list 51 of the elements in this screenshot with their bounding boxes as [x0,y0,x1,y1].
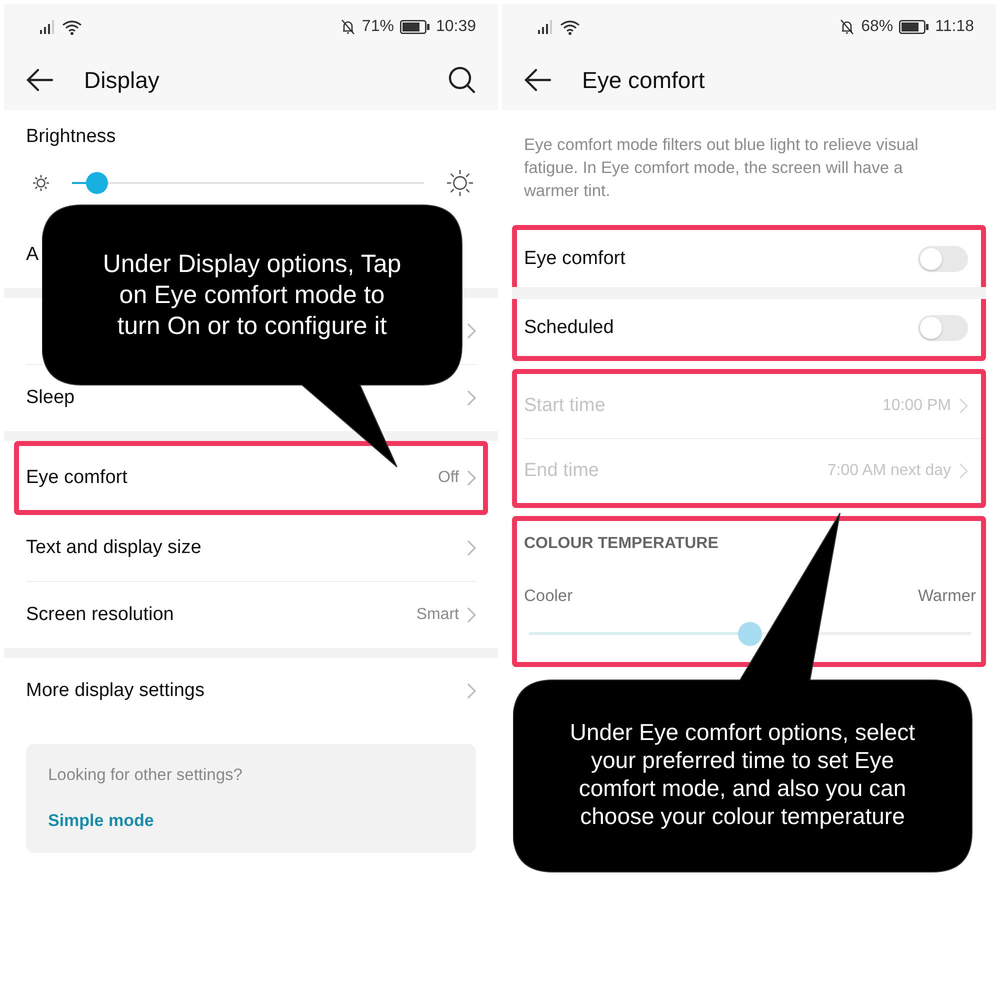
setting-label[interactable]: Eye comfort [26,467,128,488]
setting-value: Smart [416,606,459,624]
battery-icon [400,20,430,34]
wifi-icon [560,20,580,34]
setting-label[interactable]: More display settings [26,680,204,701]
simple-mode-link[interactable]: Simple mode [48,811,154,831]
slider-thumb[interactable] [86,172,108,194]
slider[interactable] [72,172,424,194]
callout-text: Under Display options, Tap on Eye comfort mode to turn On or to configure it [102,248,402,342]
battery-percent: 71% [362,18,394,36]
setting-label: End time [524,460,600,482]
battery-percent: 68% [861,18,894,36]
setting-label[interactable]: Sleep [26,387,75,408]
section-label: Brightness [25,125,117,149]
setting-value: Off [438,469,459,487]
setting-value: 7:00 AM next day [827,462,951,480]
clock-time: 10:39 [436,18,476,36]
callout-text: Under Eye comfort options, select your preferred time to set Eye comfort mode, and also you can choose your colour temperature [568,718,916,830]
slider-max-label: Warmer [918,587,976,606]
setting-label: Start time [524,395,606,417]
search-icon[interactable] [448,66,476,94]
card-prompt: Looking for other settings? [48,766,244,785]
wifi-icon [62,20,82,34]
description-text: Eye comfort mode filters out blue light to relieve visual fatigue. In Eye comfort mode, the screen will have a warmer tint. [523,135,920,202]
signal-icon [40,20,56,34]
sun-small-icon [32,174,50,192]
bell-off-icon [839,19,856,35]
setting-row[interactable]: Scheduled [517,299,981,356]
clock-time: 11:18 [935,18,974,36]
bell-off-icon [340,19,356,35]
setting-value: 10:00 PM [882,397,951,415]
sun-large-icon [446,169,474,197]
toggle-switch[interactable] [918,314,968,340]
signal-icon [538,20,554,34]
chevron-icon [959,398,968,414]
setting-label: Scheduled [524,316,615,338]
setting-label[interactable]: A [26,244,39,265]
toggle-switch[interactable] [918,246,968,272]
screen-title: Display [84,66,160,94]
setting-row[interactable]: Eye comfort [517,230,981,287]
battery-icon [899,20,930,34]
slider-min-label: Cooler [524,587,573,606]
setting-label[interactable]: Text and display size [26,537,202,558]
slider-thumb[interactable] [738,622,762,646]
setting-label: Eye comfort [524,248,626,270]
setting-label[interactable]: Screen resolution [26,604,174,625]
screen-title: Eye comfort [582,66,706,94]
back-icon[interactable] [26,68,54,92]
section-heading: COLOUR TEMPERATURE [524,535,720,553]
chevron-icon [959,463,968,479]
back-icon[interactable] [524,68,552,92]
